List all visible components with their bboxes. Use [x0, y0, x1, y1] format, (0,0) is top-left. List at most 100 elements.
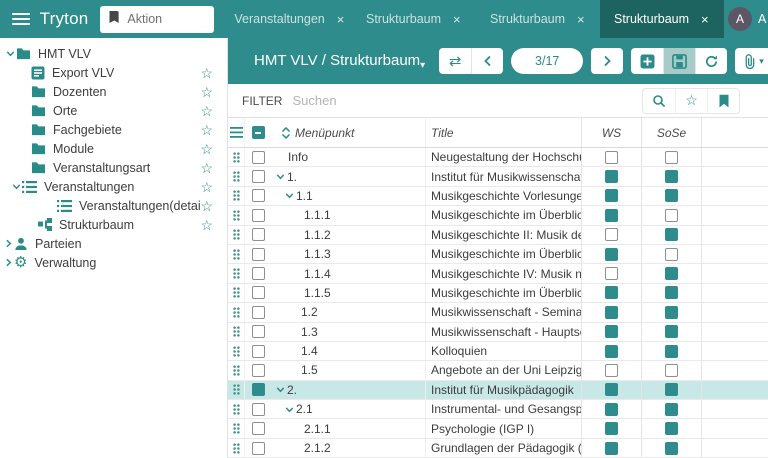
sose-checkbox[interactable]	[665, 383, 678, 396]
ws-checkbox[interactable]	[605, 248, 618, 261]
ws-checkbox[interactable]	[605, 422, 618, 435]
drag-handle-icon[interactable]	[228, 284, 245, 302]
ws-checkbox[interactable]	[605, 306, 618, 319]
drag-handle-icon[interactable]	[228, 148, 245, 166]
table-row[interactable]: 1. Institut für Musikwissenschaft	[228, 167, 768, 186]
search-icon[interactable]	[643, 89, 675, 113]
favorite-star-icon[interactable]: ☆	[200, 142, 213, 156]
caret-down-icon[interactable]	[283, 404, 296, 415]
favorite-star-icon[interactable]: ☆	[200, 104, 213, 118]
star-icon[interactable]: ☆	[675, 89, 707, 113]
reload-button[interactable]	[695, 48, 727, 74]
row-checkbox[interactable]	[252, 248, 265, 261]
caret-right-icon[interactable]	[2, 238, 14, 249]
row-checkbox[interactable]	[252, 267, 265, 280]
sose-checkbox[interactable]	[665, 286, 678, 299]
user-box[interactable]: A A	[728, 7, 768, 31]
ws-checkbox[interactable]	[605, 267, 618, 280]
ws-checkbox[interactable]	[605, 151, 618, 164]
drag-handle-icon[interactable]	[228, 419, 245, 437]
sose-checkbox[interactable]	[665, 442, 678, 455]
sose-checkbox[interactable]	[665, 325, 678, 338]
select-all-checkbox[interactable]	[252, 126, 265, 139]
sose-checkbox[interactable]	[665, 170, 678, 183]
sidebar-item-veranstaltungen-detail-[interactable]: Veranstaltungen(detail) ☆	[0, 196, 227, 215]
caret-down-icon[interactable]	[4, 48, 16, 59]
ws-checkbox[interactable]	[605, 189, 618, 202]
row-checkbox[interactable]	[252, 170, 265, 183]
drag-handle-icon[interactable]	[228, 361, 245, 379]
action-search-box[interactable]: Aktion	[100, 6, 214, 33]
previous-button[interactable]	[471, 48, 503, 74]
drag-handle-icon[interactable]	[228, 342, 245, 360]
sidebar-item-strukturbaum[interactable]: Strukturbaum ☆	[0, 215, 227, 234]
sose-checkbox[interactable]	[665, 364, 678, 377]
drag-handle-icon[interactable]	[228, 323, 245, 341]
sose-checkbox[interactable]	[665, 151, 678, 164]
next-button[interactable]	[591, 48, 623, 74]
row-checkbox[interactable]	[252, 325, 265, 338]
drag-handle-icon[interactable]	[228, 245, 245, 263]
favorite-star-icon[interactable]: ☆	[200, 85, 213, 99]
sose-checkbox[interactable]	[665, 403, 678, 416]
sose-checkbox[interactable]	[665, 209, 678, 222]
favorite-star-icon[interactable]: ☆	[200, 180, 213, 194]
ws-checkbox[interactable]	[605, 364, 618, 377]
caret-right-icon[interactable]	[2, 257, 14, 268]
sose-checkbox[interactable]	[665, 345, 678, 358]
favorite-star-icon[interactable]: ☆	[200, 66, 213, 80]
table-row[interactable]: 1.5 Angebote an der Uni Leipzig	[228, 361, 768, 380]
ws-checkbox[interactable]	[605, 286, 618, 299]
tab[interactable]: Strukturbaum ×	[600, 0, 724, 38]
ws-checkbox[interactable]	[605, 403, 618, 416]
sidebar-item-dozenten[interactable]: Dozenten ☆	[0, 82, 227, 101]
table-row[interactable]: 2. Institut für Musikpädagogik	[228, 381, 768, 400]
tab[interactable]: Veranstaltungen ×	[220, 0, 352, 38]
tab-close-icon[interactable]: ×	[335, 12, 347, 27]
drag-handle-icon[interactable]	[228, 167, 245, 185]
sose-checkbox[interactable]	[665, 422, 678, 435]
drag-handle-icon[interactable]	[228, 187, 245, 205]
ws-checkbox[interactable]	[605, 228, 618, 241]
new-record-button[interactable]	[631, 48, 663, 74]
drag-handle-icon[interactable]	[228, 381, 245, 399]
sidebar-item-module[interactable]: Module ☆	[0, 139, 227, 158]
table-row[interactable]: 1.1.1 Musikgeschichte im Überblick I: Mu…	[228, 206, 768, 225]
favorite-star-icon[interactable]: ☆	[200, 161, 213, 175]
ws-checkbox[interactable]	[605, 383, 618, 396]
drag-handle-icon[interactable]	[228, 264, 245, 282]
row-checkbox[interactable]	[252, 383, 265, 396]
sidebar-item-veranstaltungsart[interactable]: Veranstaltungsart ☆	[0, 158, 227, 177]
avatar[interactable]: A	[728, 7, 752, 31]
table-row[interactable]: 1.1.5 Musikgeschichte im Überblick (V mi…	[228, 284, 768, 303]
drag-handle-icon[interactable]	[228, 206, 245, 224]
drag-handle-icon[interactable]	[228, 439, 245, 457]
table-row[interactable]: Info Neugestaltung der Hochschulweiten .…	[228, 148, 768, 167]
row-checkbox[interactable]	[252, 403, 265, 416]
column-header-sose[interactable]: SoSe	[642, 118, 702, 147]
sidebar-item-veranstaltungen[interactable]: Veranstaltungen ☆	[0, 177, 227, 196]
ws-checkbox[interactable]	[605, 170, 618, 183]
table-row[interactable]: 1.1.4 Musikgeschichte IV: Musik nach 190…	[228, 264, 768, 283]
column-header-menu[interactable]: Menüpunkt	[271, 118, 426, 147]
sidebar-item-parteien[interactable]: Parteien	[0, 234, 227, 253]
column-header-title[interactable]: Title	[426, 118, 582, 147]
caret-down-icon[interactable]	[283, 190, 296, 201]
tab-close-icon[interactable]: ×	[575, 12, 587, 27]
bookmark-icon[interactable]	[707, 89, 739, 113]
row-checkbox[interactable]	[252, 345, 265, 358]
row-checkbox[interactable]	[252, 286, 265, 299]
sose-checkbox[interactable]	[665, 267, 678, 280]
search-input[interactable]	[292, 93, 632, 108]
drag-handle-icon[interactable]	[228, 400, 245, 418]
row-checkbox[interactable]	[252, 364, 265, 377]
row-checkbox[interactable]	[252, 209, 265, 222]
drag-handle-icon[interactable]	[228, 226, 245, 244]
row-checkbox[interactable]	[252, 306, 265, 319]
table-row[interactable]: 1.2 Musikwissenschaft - Seminare	[228, 303, 768, 322]
tab-close-icon[interactable]: ×	[451, 12, 463, 27]
sidebar-item-orte[interactable]: Orte ☆	[0, 101, 227, 120]
sose-checkbox[interactable]	[665, 306, 678, 319]
sose-checkbox[interactable]	[665, 189, 678, 202]
tab[interactable]: Strukturbaum ×	[476, 0, 600, 38]
